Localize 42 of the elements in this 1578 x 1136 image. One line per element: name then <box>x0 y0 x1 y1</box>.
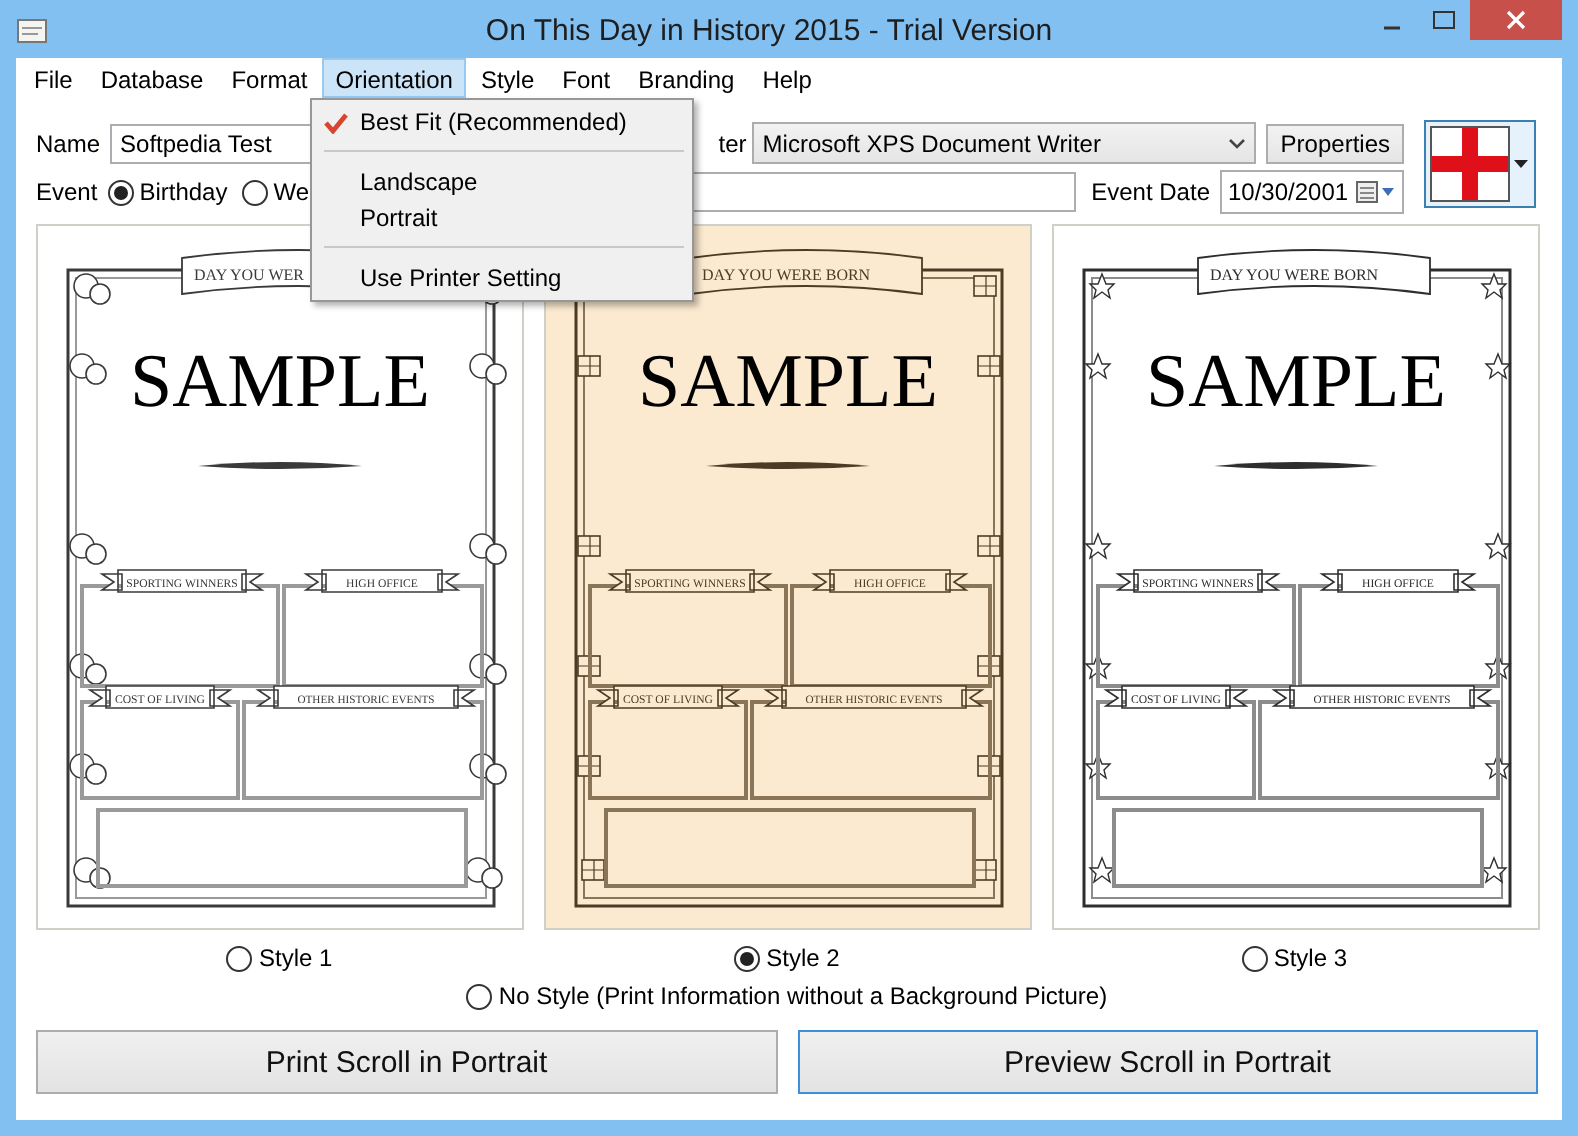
menu-item[interactable]: Style <box>466 58 549 98</box>
app-icon <box>16 15 48 43</box>
menu-item[interactable]: Orientation <box>321 58 467 98</box>
printer-label: ter <box>718 129 747 157</box>
event-date-field[interactable]: 10/30/2001 <box>1220 170 1404 214</box>
event-radio[interactable]: Birthday <box>107 178 228 206</box>
sample-text: SAMPLE <box>638 340 938 424</box>
action-button[interactable]: Preview Scroll in Portrait <box>797 1030 1538 1094</box>
scroll-title: DAY YOU WERE BORN <box>702 266 871 284</box>
scroll-title: DAY YOU WERE BORN <box>1210 266 1379 284</box>
no-style-radio[interactable]: No Style (Print Information without a Background Picture) <box>466 982 1108 1010</box>
sample-text: SAMPLE <box>130 340 430 424</box>
chevron-down-icon <box>1228 137 1247 149</box>
menu-item[interactable]: Branding <box>624 58 749 98</box>
menu-option[interactable]: Landscape <box>316 164 688 200</box>
window-title: On This Day in History 2015 - Trial Version <box>483 14 1055 48</box>
style-radio[interactable]: Style 3 <box>1241 944 1348 972</box>
style-radio[interactable]: Style 2 <box>734 944 840 972</box>
name-label: Name <box>36 129 101 157</box>
style-radio[interactable]: Style 1 <box>226 944 333 972</box>
properties-button[interactable]: Properties <box>1266 123 1404 163</box>
event-label: Event <box>36 178 98 206</box>
menu-item[interactable]: File <box>20 58 87 98</box>
close-icon <box>1504 8 1528 32</box>
calendar-icon <box>1356 180 1396 204</box>
flag-icon <box>1430 126 1510 202</box>
caret-icon <box>1514 160 1528 168</box>
event-radio[interactable]: We <box>241 178 310 206</box>
action-button[interactable]: Print Scroll in Portrait <box>36 1030 777 1094</box>
maximize-icon <box>1432 10 1456 30</box>
scroll-title: DAY YOU WER <box>194 266 304 284</box>
close-button[interactable] <box>1470 0 1562 40</box>
flag-button[interactable] <box>1424 120 1536 208</box>
event-date-label: Event Date <box>1091 178 1210 206</box>
checkmark-icon <box>324 111 348 133</box>
sample-text: SAMPLE <box>1146 340 1446 424</box>
menu-item[interactable]: Help <box>748 58 826 98</box>
menu-item[interactable]: Format <box>217 58 322 98</box>
menu-item[interactable]: Database <box>86 58 218 98</box>
printer-dropdown[interactable]: Microsoft XPS Document Writer <box>752 122 1257 164</box>
menu-item[interactable]: Font <box>548 58 625 98</box>
minimize-icon <box>1382 26 1402 30</box>
